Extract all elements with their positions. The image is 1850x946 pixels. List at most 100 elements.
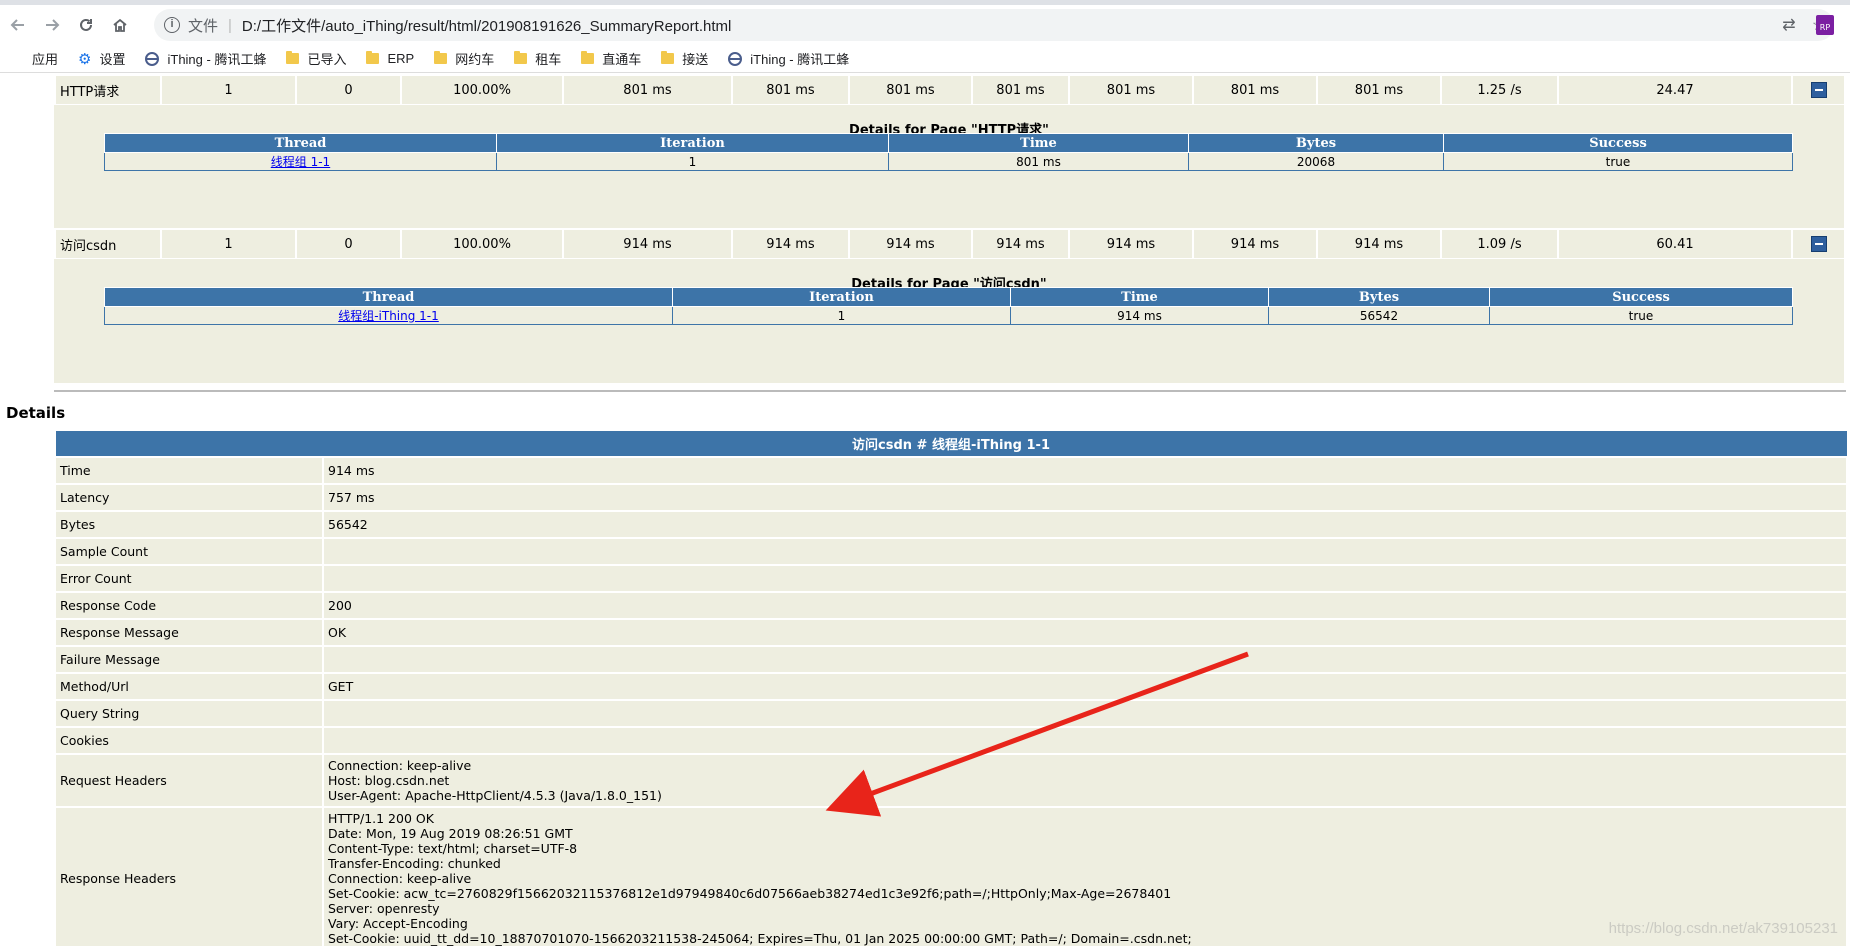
bookmark-imported[interactable]: 已导入 [286, 49, 346, 68]
page-99-line: 801 ms [1316, 74, 1442, 106]
bookmark-ithing-2[interactable]: iThing - 腾讯工蜂 [728, 49, 849, 68]
bookmark-ride-hailing[interactable]: 网约车 [434, 49, 494, 68]
detail-value [321, 644, 1849, 674]
pages-row-table: 访问csdn 1 0 100.00% 914 ms 914 ms 914 ms … [54, 228, 1846, 260]
page-95-line: 801 ms [1192, 74, 1318, 106]
sample-details-table: 访问csdn # 线程组-iThing 1-1 Time 914 ms Laten… [54, 430, 1849, 946]
column-header-time: Time [1010, 287, 1269, 307]
detail-value [321, 698, 1849, 728]
bookmark-erp[interactable]: ERP [366, 51, 414, 66]
bookmark-label: 设置 [99, 52, 126, 67]
bookmarks-bar: 应用 ⚙ 设置 iThing - 腾讯工蜂 已导入 ERP 网约车 租车 直通车… [0, 45, 1850, 73]
page-median-time: 801 ms [971, 74, 1070, 106]
detail-key: Request Headers [54, 752, 324, 808]
column-header-thread: Thread [104, 287, 673, 307]
detail-value: 200 [321, 590, 1849, 620]
arrow-right-icon [46, 19, 60, 31]
column-header-bytes: Bytes [1188, 133, 1444, 153]
watermark: https://blog.csdn.net/ak739105231 [1608, 920, 1838, 937]
table-row: Response Message OK [54, 617, 1849, 647]
page-details-table: Thread Iteration Time Bytes Success 线程组-… [104, 287, 1793, 325]
table-row: Cookies [54, 725, 1849, 755]
bookmark-label: 租车 [535, 52, 562, 67]
iteration-cell: 1 [496, 152, 889, 171]
detail-key: Method/Url [54, 671, 324, 701]
home-button[interactable] [104, 9, 136, 41]
column-header-success: Success [1443, 133, 1793, 153]
thread-link[interactable]: 线程组-iThing 1-1 [338, 309, 439, 323]
bookmark-label: iThing - 腾讯工蜂 [750, 52, 850, 67]
page-throughput: 1.09 /s [1440, 228, 1559, 260]
time-cell: 914 ms [1010, 306, 1269, 325]
bookmark-apps[interactable]: 应用 [10, 49, 58, 68]
detail-key: Time [54, 455, 324, 485]
folder-icon [286, 51, 300, 64]
url-scheme-label: 文件 [188, 17, 219, 35]
translate-icon[interactable]: ⇄ [1774, 15, 1804, 35]
column-header-iteration: Iteration [672, 287, 1011, 307]
bytes-cell: 56542 [1268, 306, 1490, 325]
collapse-icon[interactable] [1810, 82, 1827, 98]
page-average-time: 801 ms [562, 74, 733, 106]
detail-key: Query String [54, 698, 324, 728]
section-divider [54, 390, 1846, 392]
table-row: Sample Count [54, 536, 1849, 566]
page-max-time: 801 ms [848, 74, 973, 106]
extension-rp-icon[interactable]: RP [1816, 15, 1834, 35]
page-95-line: 914 ms [1192, 228, 1318, 260]
column-header-bytes: Bytes [1268, 287, 1490, 307]
thread-cell: 线程组 1-1 [104, 152, 497, 171]
success-cell: true [1489, 306, 1793, 325]
page-details-panel: Details for Page "访问csdn" Thread Iterati… [54, 259, 1844, 383]
column-header-thread: Thread [104, 133, 497, 153]
folder-icon [434, 51, 448, 64]
column-header-success: Success [1489, 287, 1793, 307]
page-min-time: 801 ms [731, 74, 850, 106]
address-bar[interactable]: i 文件 | D:/工作文件/auto_iThing/result/html/2… [154, 9, 1834, 41]
bookmark-label: 应用 [32, 52, 59, 67]
detail-value: 914 ms [321, 455, 1849, 485]
success-cell: true [1443, 152, 1793, 171]
detail-value [321, 725, 1849, 755]
reload-icon [80, 18, 92, 31]
table-row: Response Headers HTTP/1.1 200 OK Date: Mo… [54, 805, 1849, 946]
bookmark-label: 直通车 [602, 52, 642, 67]
globe-icon [145, 51, 160, 66]
page-received-kb: 24.47 [1557, 74, 1793, 106]
bookmark-car-rental[interactable]: 租车 [514, 49, 561, 68]
detail-key: Cookies [54, 725, 324, 755]
page-min-time: 914 ms [731, 228, 850, 260]
page-count: 1 [160, 228, 297, 260]
page-failures: 0 [295, 228, 402, 260]
sample-details-title: 访问csdn # 线程组-iThing 1-1 [54, 430, 1848, 457]
collapse-cell [1791, 228, 1846, 260]
detail-value: 757 ms [321, 482, 1849, 512]
bookmark-express[interactable]: 直通车 [581, 49, 641, 68]
thread-link[interactable]: 线程组 1-1 [271, 155, 330, 169]
home-icon [113, 18, 127, 32]
detail-key: Failure Message [54, 644, 324, 674]
page-99-line: 914 ms [1316, 228, 1442, 260]
back-button[interactable] [2, 9, 34, 41]
bookmark-label: 接送 [682, 52, 709, 67]
column-header-iteration: Iteration [496, 133, 889, 153]
table-row: Failure Message [54, 644, 1849, 674]
bookmark-pickup[interactable]: 接送 [661, 49, 708, 68]
page-count: 1 [160, 74, 297, 106]
browser-toolbar: i 文件 | D:/工作文件/auto_iThing/result/html/2… [0, 5, 1850, 45]
forward-button[interactable] [36, 9, 68, 41]
table-row: Time 914 ms [54, 455, 1849, 485]
folder-icon [366, 51, 380, 64]
arrow-left-icon [10, 19, 24, 31]
pages-row-table: HTTP请求 1 0 100.00% 801 ms 801 ms 801 ms … [54, 74, 1846, 106]
url-text[interactable]: D:/工作文件/auto_iThing/result/html/20190819… [242, 15, 731, 36]
reload-button[interactable] [70, 9, 102, 41]
bookmark-settings[interactable]: ⚙ 设置 [78, 49, 125, 68]
info-icon[interactable]: i [164, 17, 180, 33]
collapse-icon[interactable] [1810, 236, 1827, 252]
bookmark-ithing[interactable]: iThing - 腾讯工蜂 [145, 49, 266, 68]
detail-value [321, 563, 1849, 593]
page-details-panel: Details for Page "HTTP请求" Thread Iterati… [54, 105, 1844, 229]
table-row: Latency 757 ms [54, 482, 1849, 512]
page-failures: 0 [295, 74, 402, 106]
